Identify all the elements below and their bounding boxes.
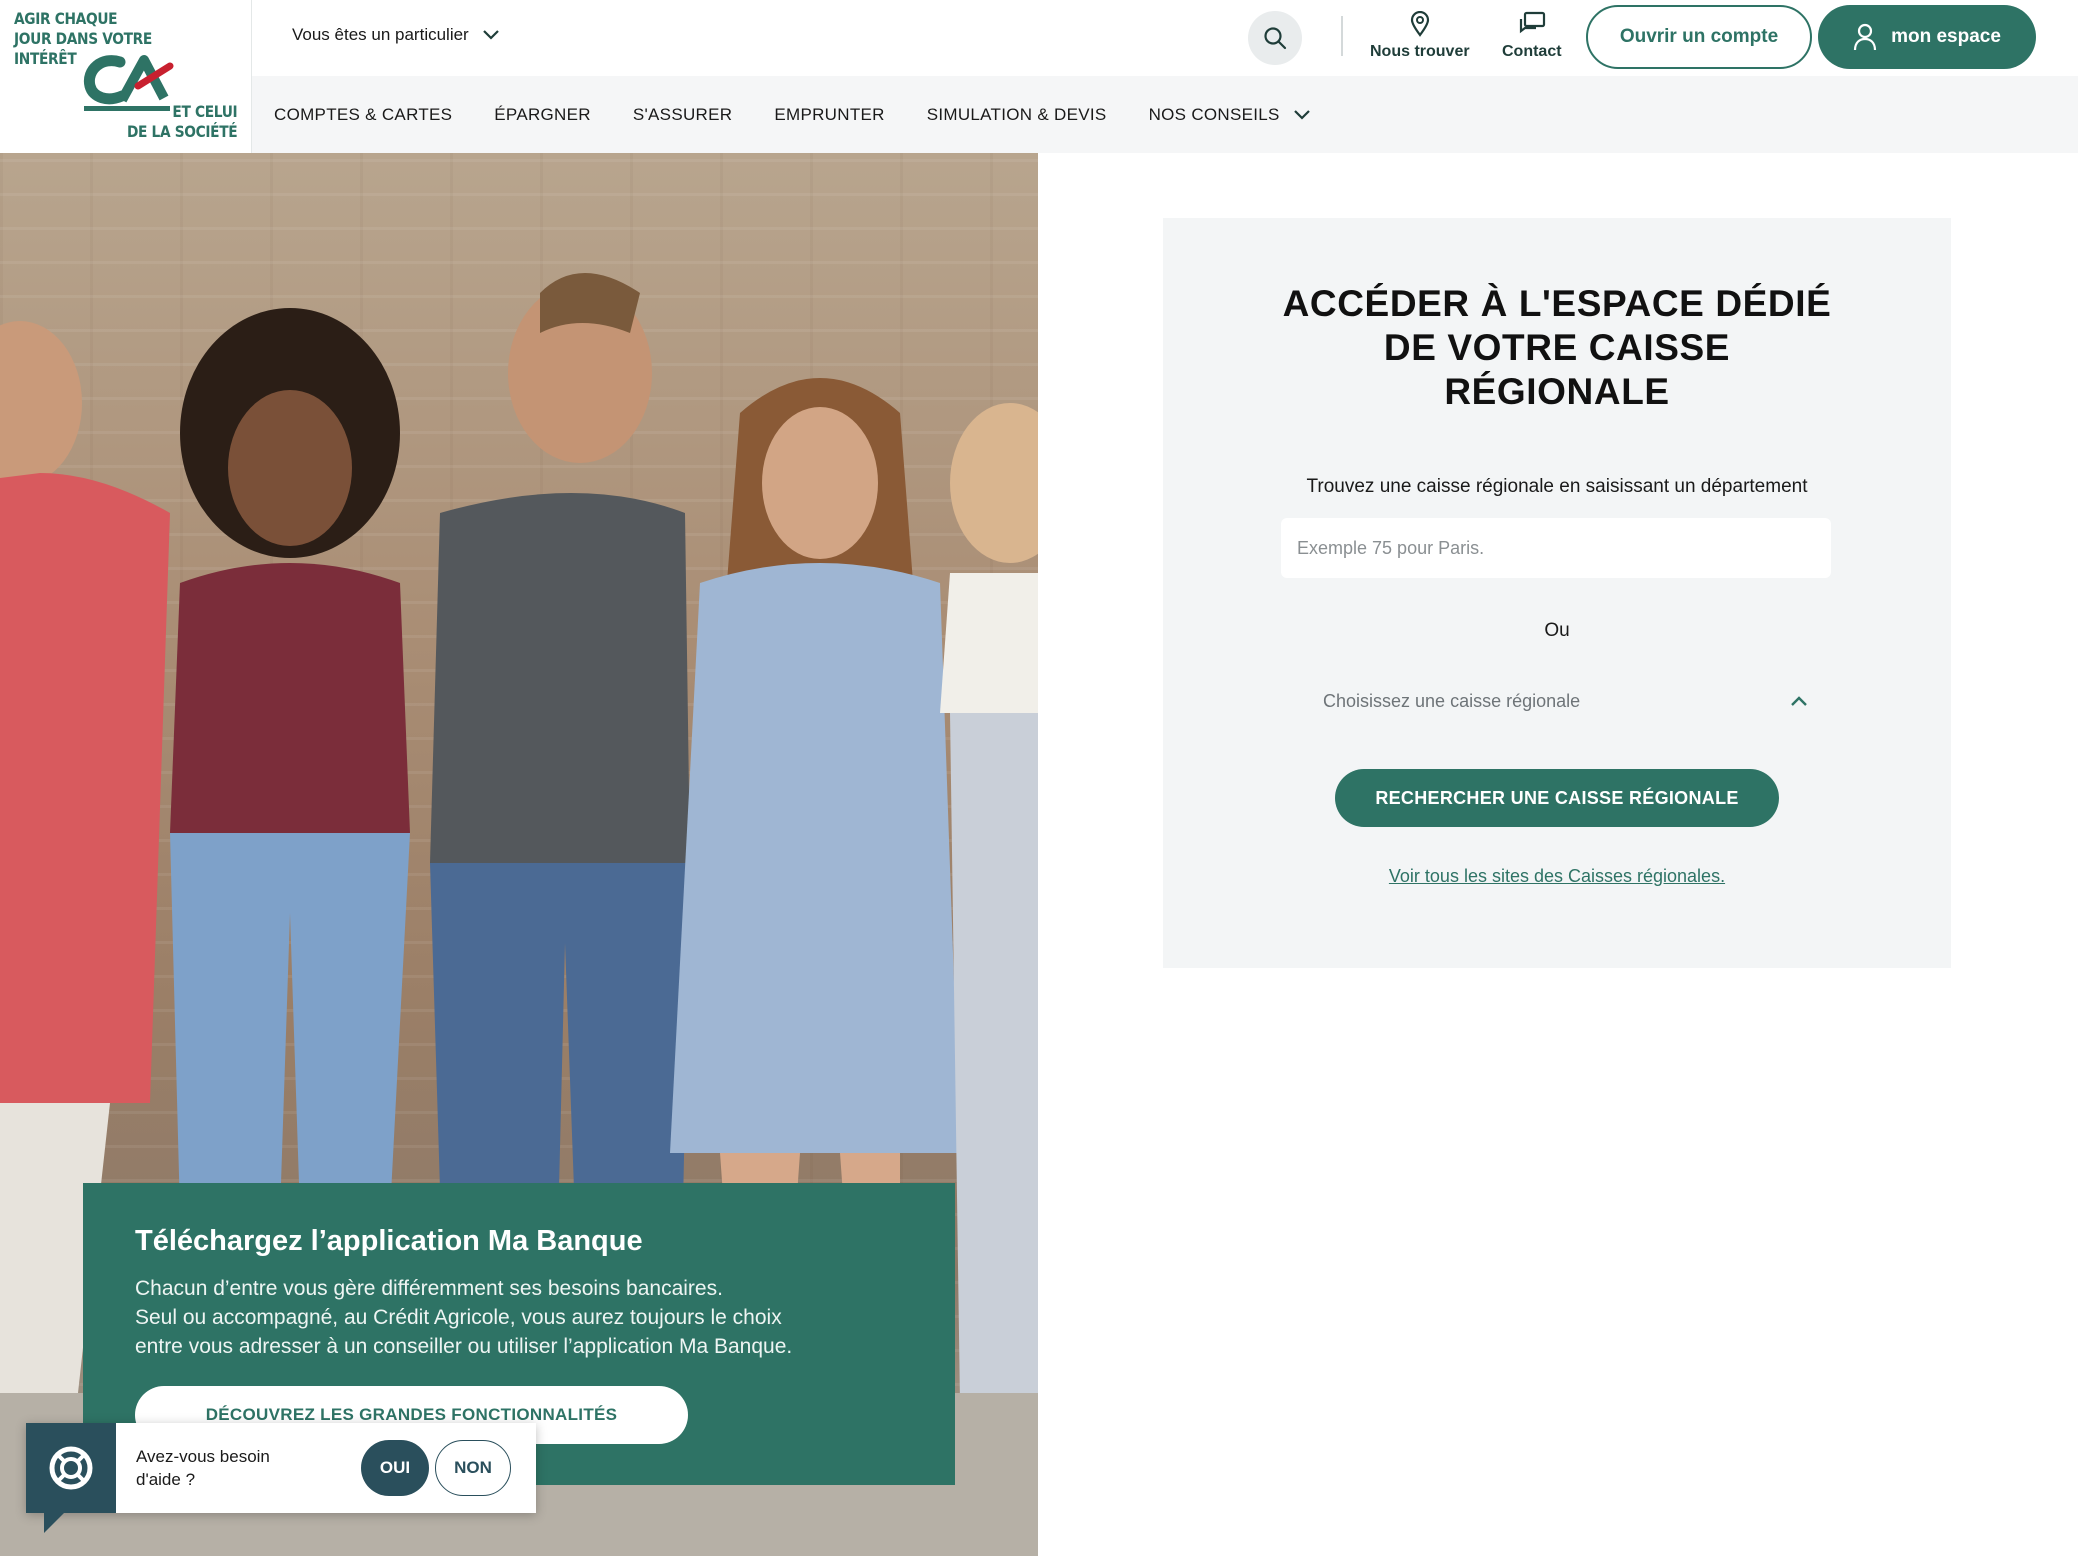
search-button[interactable]	[1248, 11, 1302, 65]
chevron-down-icon	[1293, 109, 1310, 120]
help-no-button[interactable]: NON	[435, 1440, 511, 1496]
panel-title-line: ACCÉDER À L'ESPACE DÉDIÉ	[1282, 283, 1832, 324]
search-regional-bank-button[interactable]: RECHERCHER UNE CAISSE RÉGIONALE	[1335, 769, 1779, 827]
nav-item-comptes-cartes[interactable]: COMPTES & CARTES	[274, 105, 452, 125]
help-widget-tail	[44, 1513, 64, 1533]
promo-text-line: Seul ou accompagné, au Crédit Agricole, …	[135, 1306, 782, 1329]
profile-select[interactable]: Vous êtes un particulier	[292, 25, 499, 45]
logo[interactable]: AGIR CHAQUE JOUR DANS VOTRE INTÉRÊT ET C…	[0, 0, 252, 153]
person-maroon-tee	[170, 308, 410, 1213]
help-question-line: Avez-vous besoin	[136, 1447, 270, 1466]
nav-item-nos-conseils-label: NOS CONSEILS	[1148, 104, 1280, 124]
main-nav: COMPTES & CARTES ÉPARGNER S'ASSURER EMPR…	[252, 76, 2078, 153]
nav-item-sassurer[interactable]: S'ASSURER	[633, 105, 732, 125]
regional-bank-select-value: Choisissez une caisse régionale	[1323, 690, 1581, 711]
logo-tagline-bottom: ET CELUI DE LA SOCIÉTÉ	[126, 102, 238, 141]
promo-title: Téléchargez l’application Ma Banque	[135, 1225, 643, 1257]
my-space-button[interactable]: mon espace	[1818, 5, 2036, 69]
nav-item-emprunter[interactable]: EMPRUNTER	[774, 105, 884, 125]
map-pin-icon	[1410, 11, 1429, 37]
lifebuoy-icon	[49, 1446, 93, 1490]
panel-subtitle: Trouvez une caisse régionale en saisissa…	[1306, 476, 1808, 497]
department-input[interactable]	[1281, 518, 1831, 578]
nav-item-simulation-devis[interactable]: SIMULATION & DEVIS	[927, 105, 1107, 125]
promo-text-line: entre vous adresser à un conseiller ou u…	[135, 1335, 793, 1358]
regional-access-panel: ACCÉDER À L'ESPACE DÉDIÉ DE VOTRE CAISSE…	[1163, 218, 1951, 968]
chevron-down-icon	[482, 30, 499, 40]
header-divider	[1341, 16, 1343, 56]
top-bar: Vous êtes un particulier Nous trouver Co…	[252, 0, 2078, 76]
panel-or-separator: Ou	[1544, 620, 1570, 641]
help-widget: Avez-vous besoin d'aide ? OUI NON	[26, 1423, 536, 1533]
user-icon	[1853, 23, 1877, 51]
chat-icon	[1519, 11, 1545, 34]
open-account-button[interactable]: Ouvrir un compte	[1586, 5, 1812, 69]
help-yes-button[interactable]: OUI	[361, 1440, 429, 1496]
chevron-up-icon	[1791, 696, 1807, 706]
regional-bank-select[interactable]: Choisissez une caisse régionale	[1281, 676, 1831, 726]
search-icon	[1264, 27, 1287, 50]
panel-title-line: DE VOTRE CAISSE	[1383, 327, 1731, 368]
help-widget-icon-box[interactable]	[26, 1423, 116, 1533]
panel-title: ACCÉDER À L'ESPACE DÉDIÉ DE VOTRE CAISSE…	[1163, 282, 1951, 414]
contact-label: Contact	[1502, 43, 1562, 60]
all-regional-sites-link[interactable]: Voir tous les sites des Caisses régional…	[1163, 866, 1951, 887]
profile-select-label: Vous êtes un particulier	[292, 25, 469, 44]
find-us-label: Nous trouver	[1370, 43, 1470, 60]
panel-title-line: RÉGIONALE	[1444, 371, 1670, 412]
find-us-link[interactable]: Nous trouver	[1370, 11, 1470, 61]
promo-text: Chacun d’entre vous gère différemment se…	[135, 1274, 903, 1361]
nav-item-nos-conseils[interactable]: NOS CONSEILS	[1149, 105, 1310, 125]
contact-link[interactable]: Contact	[1502, 11, 1562, 61]
my-space-label: mon espace	[1891, 26, 2001, 47]
help-question-line: d'aide ?	[136, 1470, 196, 1489]
promo-text-line: Chacun d’entre vous gère différemment se…	[135, 1277, 723, 1300]
nav-item-epargner[interactable]: ÉPARGNER	[494, 105, 591, 125]
help-question: Avez-vous besoin d'aide ?	[116, 1445, 361, 1491]
hero-image: Téléchargez l’application Ma Banque Chac…	[0, 153, 1038, 1556]
